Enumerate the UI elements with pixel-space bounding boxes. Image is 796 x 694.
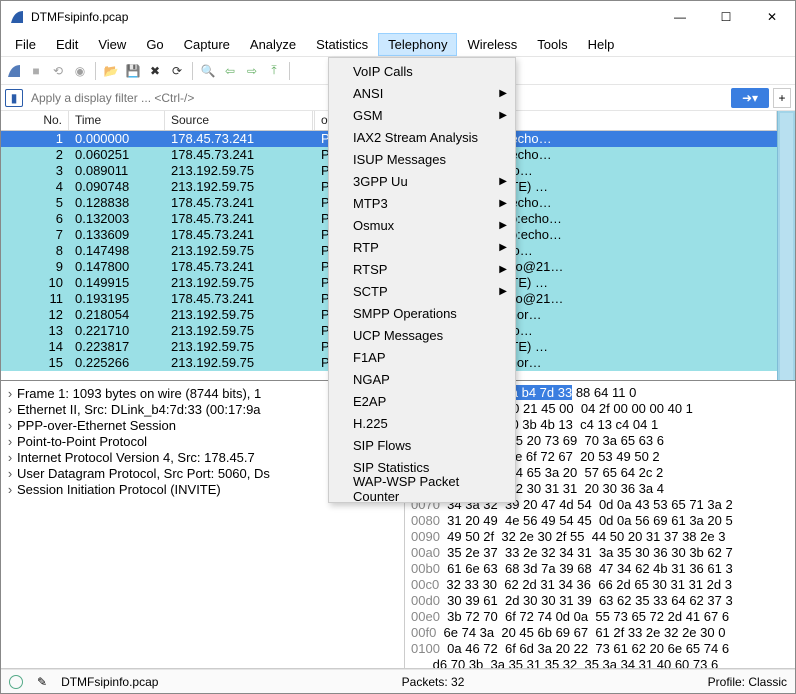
menubar: FileEditViewGoCaptureAnalyzeStatisticsTe…: [1, 33, 795, 57]
hex-row[interactable]: 0090 49 50 2f 32 2e 30 2f 55 44 50 20 31…: [411, 529, 789, 545]
menu-item-sctp[interactable]: SCTP▶: [329, 280, 515, 302]
menu-wireless[interactable]: Wireless: [457, 33, 527, 56]
separator: [95, 62, 96, 80]
minimize-button[interactable]: —: [657, 1, 703, 33]
expand-icon[interactable]: ›: [3, 386, 17, 401]
menu-statistics[interactable]: Statistics: [306, 33, 378, 56]
apply-filter-button[interactable]: ➜▾: [731, 88, 769, 108]
expand-icon[interactable]: ›: [3, 434, 17, 449]
submenu-arrow-icon: ▶: [499, 88, 507, 99]
status-bar: ✎ DTMFsipinfo.pcap Packets: 32 Profile: …: [1, 669, 795, 693]
submenu-arrow-icon: ▶: [499, 286, 507, 297]
packet-list-scrollbar[interactable]: [777, 111, 795, 380]
status-file: DTMFsipinfo.pcap: [61, 675, 158, 689]
col-time[interactable]: Time: [69, 111, 165, 130]
open-icon[interactable]: 📂: [102, 62, 120, 80]
expert-info-icon[interactable]: [9, 675, 23, 689]
stop-icon[interactable]: ■: [27, 62, 45, 80]
toolbar-icon[interactable]: [5, 62, 23, 80]
hex-row[interactable]: d6 70 3b 3a 35 31 35 32 35 3a 34 31 40 6…: [411, 657, 789, 668]
menu-item-voip-calls[interactable]: VoIP Calls: [329, 60, 515, 82]
fin-icon: [7, 64, 21, 78]
menu-item-osmux[interactable]: Osmux▶: [329, 214, 515, 236]
menu-item-ansi[interactable]: ANSI▶: [329, 82, 515, 104]
menu-view[interactable]: View: [88, 33, 136, 56]
prev-icon[interactable]: ⇦: [221, 62, 239, 80]
status-profile[interactable]: Profile: Classic: [708, 675, 787, 689]
menu-item-iax2-stream-analysis[interactable]: IAX2 Stream Analysis: [329, 126, 515, 148]
menu-file[interactable]: File: [5, 33, 46, 56]
menu-tools[interactable]: Tools: [527, 33, 577, 56]
maximize-button[interactable]: ☐: [703, 1, 749, 33]
menu-item-sip-flows[interactable]: SIP Flows: [329, 434, 515, 456]
submenu-arrow-icon: ▶: [499, 110, 507, 121]
titlebar[interactable]: DTMFsipinfo.pcap — ☐ ✕: [1, 1, 795, 33]
save-icon[interactable]: 💾: [124, 62, 142, 80]
close-button[interactable]: ✕: [749, 1, 795, 33]
col-no[interactable]: No.: [1, 111, 69, 130]
menu-item-ucp-messages[interactable]: UCP Messages: [329, 324, 515, 346]
menu-item-ngap[interactable]: NGAP: [329, 368, 515, 390]
submenu-arrow-icon: ▶: [499, 176, 507, 187]
menu-capture[interactable]: Capture: [174, 33, 240, 56]
telephony-menu: VoIP CallsANSI▶GSM▶IAX2 Stream AnalysisI…: [328, 57, 516, 503]
reload-icon[interactable]: ⟳: [168, 62, 186, 80]
wireshark-icon: [9, 9, 25, 25]
hex-row[interactable]: 00e0 3b 72 70 6f 72 74 0d 0a 55 73 65 72…: [411, 609, 789, 625]
menu-item-rtp[interactable]: RTP▶: [329, 236, 515, 258]
close-file-icon[interactable]: ✖: [146, 62, 164, 80]
find-icon[interactable]: 🔍: [199, 62, 217, 80]
window-title: DTMFsipinfo.pcap: [31, 10, 657, 24]
submenu-arrow-icon: ▶: [499, 242, 507, 253]
expand-icon[interactable]: ›: [3, 450, 17, 465]
submenu-arrow-icon: ▶: [499, 220, 507, 231]
bookmark-icon[interactable]: ▮: [5, 89, 23, 107]
menu-go[interactable]: Go: [136, 33, 173, 56]
hex-row[interactable]: 00d0 30 39 61 2d 30 30 31 39 63 62 35 33…: [411, 593, 789, 609]
separator: [289, 62, 290, 80]
capture-edit-icon[interactable]: ✎: [37, 675, 47, 689]
hex-row[interactable]: 0100 0a 46 72 6f 6d 3a 20 22 73 61 62 20…: [411, 641, 789, 657]
menu-item-gsm[interactable]: GSM▶: [329, 104, 515, 126]
menu-help[interactable]: Help: [578, 33, 625, 56]
expand-icon[interactable]: ›: [3, 402, 17, 417]
restart-icon[interactable]: ⟲: [49, 62, 67, 80]
menu-telephony[interactable]: Telephony: [378, 33, 457, 56]
submenu-arrow-icon: ▶: [499, 264, 507, 275]
menu-item-mtp3[interactable]: MTP3▶: [329, 192, 515, 214]
hex-row[interactable]: 00f0 6e 74 3a 20 45 6b 69 67 61 2f 33 2e…: [411, 625, 789, 641]
next-icon[interactable]: ⇨: [243, 62, 261, 80]
menu-edit[interactable]: Edit: [46, 33, 88, 56]
add-filter-button[interactable]: +: [773, 88, 791, 108]
hex-row[interactable]: 0080 31 20 49 4e 56 49 54 45 0d 0a 56 69…: [411, 513, 789, 529]
menu-item-wap-wsp-packet-counter[interactable]: WAP-WSP Packet Counter: [329, 478, 515, 500]
hex-row[interactable]: 00a0 35 2e 37 33 2e 32 34 31 3a 35 30 36…: [411, 545, 789, 561]
menu-item-f1ap[interactable]: F1AP: [329, 346, 515, 368]
options-icon[interactable]: ◉: [71, 62, 89, 80]
menu-item-h-225[interactable]: H.225: [329, 412, 515, 434]
menu-item-3gpp-uu[interactable]: 3GPP Uu▶: [329, 170, 515, 192]
status-packets-label: Packets: 32: [402, 675, 465, 689]
hex-row[interactable]: 00c0 32 33 30 62 2d 31 34 36 66 2d 65 30…: [411, 577, 789, 593]
menu-item-rtsp[interactable]: RTSP▶: [329, 258, 515, 280]
menu-item-isup-messages[interactable]: ISUP Messages: [329, 148, 515, 170]
expand-icon[interactable]: ›: [3, 482, 17, 497]
submenu-arrow-icon: ▶: [499, 198, 507, 209]
expand-icon[interactable]: ›: [3, 418, 17, 433]
app-window: DTMFsipinfo.pcap — ☐ ✕ FileEditViewGoCap…: [0, 0, 796, 694]
hex-row[interactable]: 00b0 61 6e 63 68 3d 7a 39 68 47 34 62 4b…: [411, 561, 789, 577]
expand-icon[interactable]: ›: [3, 466, 17, 481]
jump-icon[interactable]: ⤒: [265, 62, 283, 80]
window-buttons: — ☐ ✕: [657, 1, 795, 33]
menu-item-smpp-operations[interactable]: SMPP Operations: [329, 302, 515, 324]
col-source[interactable]: Source: [165, 111, 313, 130]
separator: [192, 62, 193, 80]
menu-item-e2ap[interactable]: E2AP: [329, 390, 515, 412]
menu-analyze[interactable]: Analyze: [240, 33, 306, 56]
